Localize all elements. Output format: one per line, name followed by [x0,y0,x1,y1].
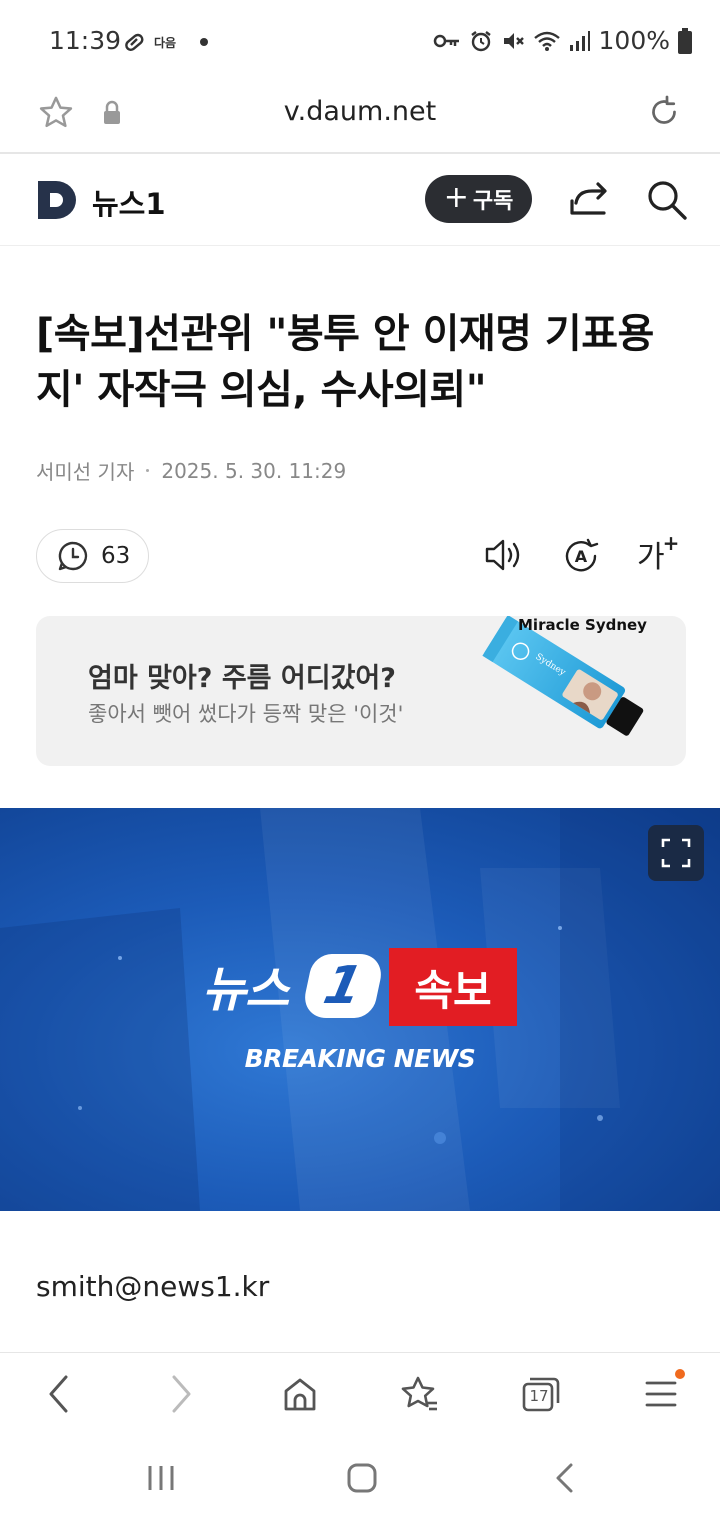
key-icon [433,34,459,47]
subscribe-label: 구독 [472,189,514,214]
forward-icon[interactable] [166,1373,196,1415]
article-hero-image[interactable]: 뉴스 1 속보 BREAKING NEWS [0,808,720,1211]
reporter-name[interactable]: 서미선 기자 [36,456,134,485]
system-back-icon[interactable] [552,1462,578,1494]
fullscreen-button[interactable] [648,825,704,881]
article-headline: [속보]선관위 "봉투 안 이재명 기표용지' 자작극 의심, 수사의뢰" [36,311,654,413]
site-name[interactable]: 뉴스1 [92,181,166,223]
audio-speaker-icon[interactable] [484,536,524,574]
hero-breaking-badge: 속보 [389,948,517,1026]
ad-product-image: Sydney [482,616,644,736]
article-byline: 서미선 기자 2025. 5. 30. 11:29 [36,456,346,485]
ad-banner[interactable]: 엄마 맞아? 주름 어디갔어? 좋아서 뺏어 썼다가 등짝 맞은 '이것' Sy… [36,616,686,766]
browser-bottom-nav: 17 [0,1352,720,1436]
tabs-count: 17 [529,1387,549,1405]
status-bar: 11:39 다음 100% [0,0,720,84]
font-size-plus: + [662,531,680,555]
system-nav-bar [0,1436,720,1520]
alarm-icon [470,30,491,51]
home-icon[interactable] [282,1373,318,1415]
browser-url-bar: v.daum.net [0,84,720,154]
fullscreen-icon [661,838,691,868]
article-datetime: 2025. 5. 30. 11:29 [161,458,347,483]
comment-clock-icon [58,541,88,571]
article-body-email[interactable]: smith@news1.kr [36,1270,269,1303]
share-icon[interactable] [568,179,610,219]
ad-brand: Miracle Sydney [518,616,647,634]
url-text[interactable]: v.daum.net [0,96,720,127]
status-left-icons: 다음 [122,30,209,54]
back-icon[interactable] [44,1373,74,1415]
battery-percent: 100% [598,26,670,55]
reload-icon[interactable] [646,94,682,130]
wifi-icon [533,31,560,51]
byline-separator [146,469,150,472]
hero-news1-number: 1 [318,956,368,1016]
notification-dot [200,38,209,46]
font-size-label: 가 [637,540,665,575]
menu-icon[interactable] [644,1373,678,1415]
site-header: 뉴스1 + 구독 [0,155,720,246]
daum-logo-icon[interactable] [36,179,78,221]
subscribe-button[interactable]: + 구독 [425,175,532,223]
hero-breaking-caption: BREAKING NEWS [244,1044,476,1073]
translate-icon[interactable]: A [561,536,601,576]
tabs-button[interactable]: 17 [521,1373,561,1419]
hero-news1-logo: 뉴스 [202,962,289,1018]
ad-title: 엄마 맞아? 주름 어디갔어? [88,663,396,694]
home-button-icon[interactable] [346,1462,378,1494]
svg-text:A: A [575,547,588,566]
battery-icon [678,27,692,54]
font-size-button[interactable]: 가+ [637,531,680,576]
bookmarks-icon[interactable] [400,1373,440,1415]
pill-icon [125,33,144,51]
recent-apps-icon[interactable] [146,1462,176,1494]
daum-status-label: 다음 [154,35,177,50]
comment-button[interactable]: 63 [36,529,149,583]
comment-count: 63 [101,543,131,569]
plus-icon: + [443,179,469,215]
status-right-icons: 100% [433,26,692,55]
signal-icon [569,30,590,51]
search-icon[interactable] [646,179,688,221]
ad-subtitle: 좋아서 뺏어 썼다가 등짝 맞은 '이것' [88,702,404,726]
mute-icon [503,32,524,49]
menu-notification-dot [675,1369,685,1379]
status-time: 11:39 [49,26,122,55]
